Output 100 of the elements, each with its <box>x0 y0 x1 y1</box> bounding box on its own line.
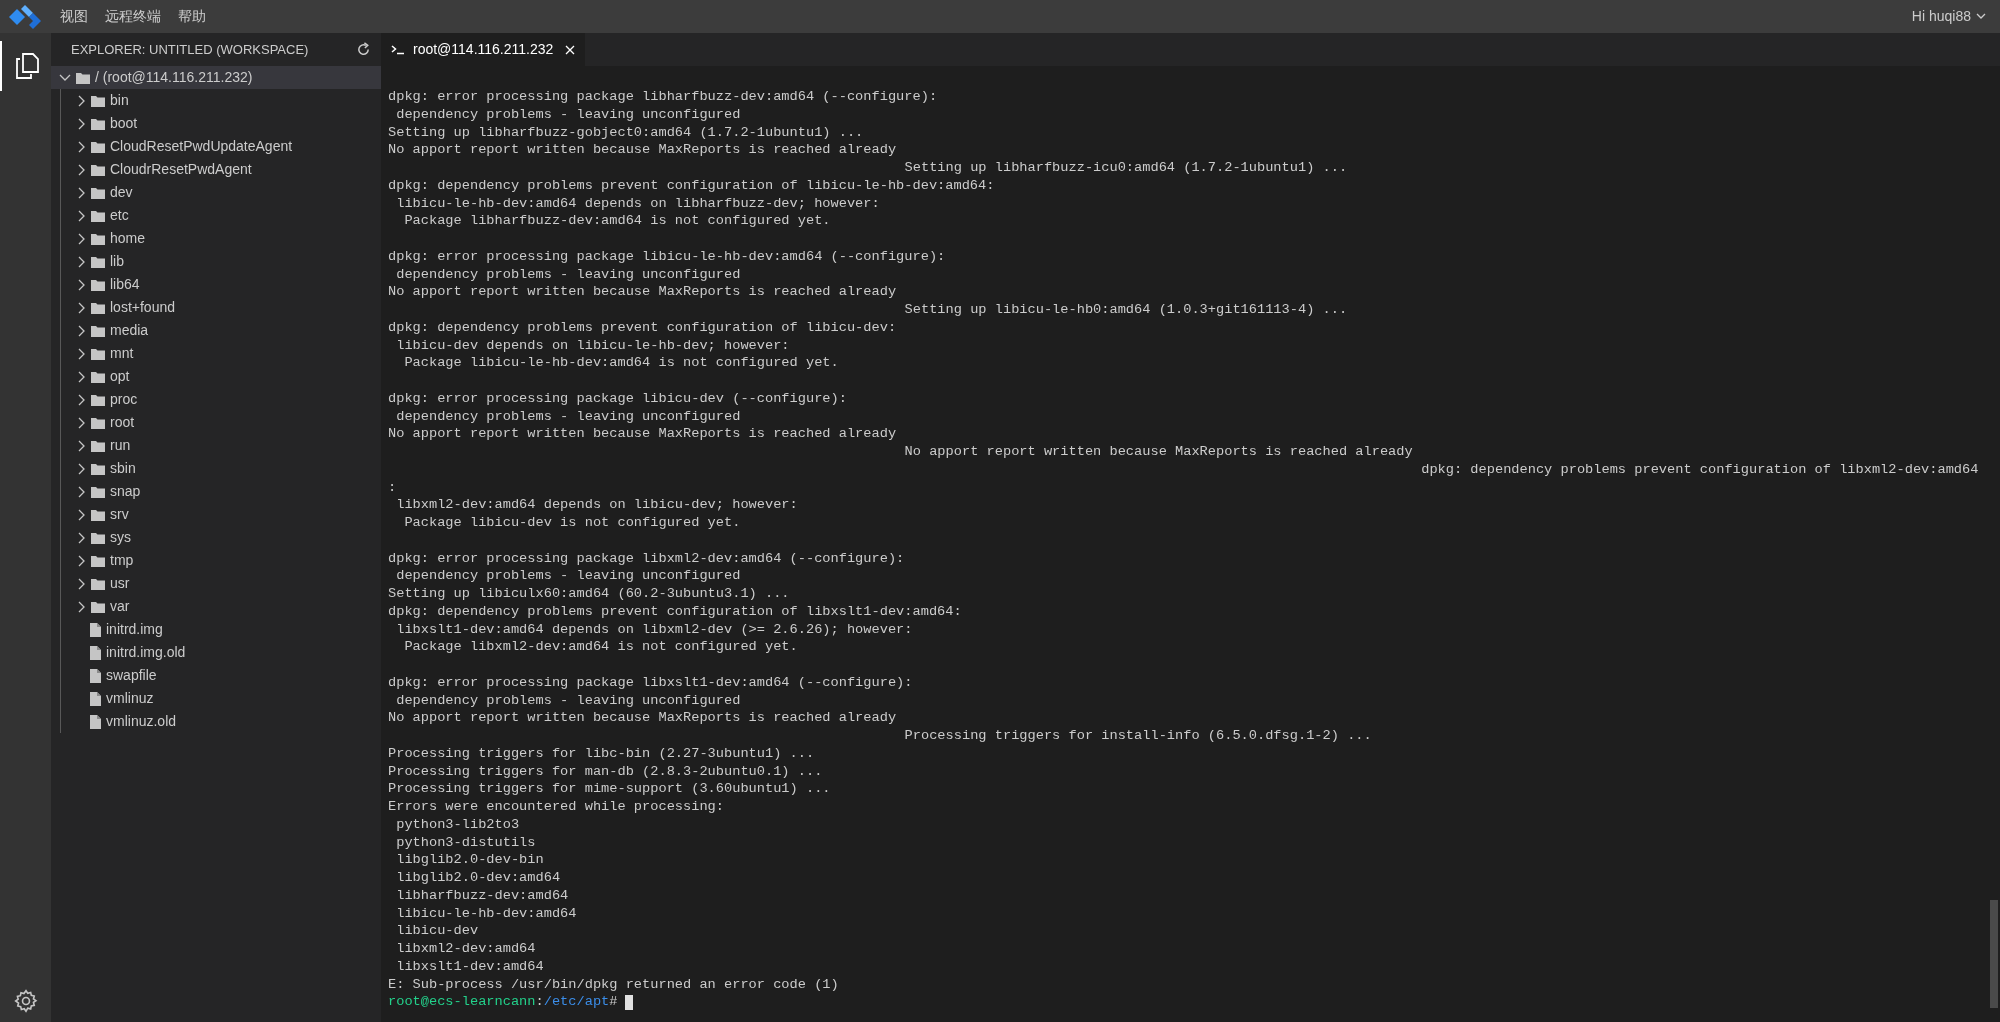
tree-item[interactable]: boot <box>61 112 381 135</box>
chevron-right-icon[interactable] <box>77 140 86 153</box>
chevron-down-icon[interactable] <box>1976 13 1986 20</box>
tree-item[interactable]: lib64 <box>61 273 381 296</box>
shell-prompt: root@ecs-learncann:/etc/apt# <box>388 993 618 1011</box>
tree-item[interactable]: / (root@114.116.211.232) <box>51 66 381 89</box>
folder-icon <box>91 462 105 475</box>
tree-item[interactable]: run <box>61 434 381 457</box>
terminal-line: Package libicu-le-hb-dev:amd64 is not configured yet. <box>403 354 839 372</box>
folder-icon <box>91 508 105 521</box>
tree-item[interactable]: initrd.img.old <box>61 641 381 664</box>
chevron-right-icon[interactable] <box>77 416 86 429</box>
chevron-right-icon[interactable] <box>77 462 86 475</box>
chevron-right-icon[interactable] <box>77 393 86 406</box>
chevron-right-icon[interactable] <box>77 600 86 613</box>
chevron-right-icon[interactable] <box>77 94 86 107</box>
terminal-line: libxml2-dev:amd64 depends on libicu-dev; however: <box>395 496 798 514</box>
tree-item[interactable]: initrd.img <box>61 618 381 641</box>
folder-icon <box>91 347 105 360</box>
terminal-line: E: Sub-process /usr/bin/dpkg returned an error code (1) <box>388 975 839 994</box>
panel-title: EXPLORER: UNTITLED (WORKSPACE) <box>71 40 309 59</box>
file-icon <box>90 691 101 706</box>
terminal-line: libicu-le-hb-dev:amd64 <box>395 904 577 923</box>
terminal-icon <box>391 44 405 55</box>
tree-item[interactable]: home <box>61 227 381 250</box>
tree-item[interactable]: vmlinuz.old <box>61 710 381 733</box>
tree-item[interactable]: var <box>61 595 381 618</box>
scrollbar-thumb[interactable] <box>1990 900 1998 1008</box>
chevron-right-icon[interactable] <box>77 485 86 498</box>
tree-item[interactable]: CloudrResetPwdAgent <box>61 158 381 181</box>
folder-icon <box>91 485 105 498</box>
chevron-right-icon[interactable] <box>77 324 86 337</box>
tree-item[interactable]: etc <box>61 204 381 227</box>
chevron-right-icon[interactable] <box>77 117 86 130</box>
chevron-right-icon[interactable] <box>77 255 86 268</box>
tree-item[interactable]: sys <box>61 526 381 549</box>
tree-item[interactable]: vmlinuz <box>61 687 381 710</box>
menu-item[interactable]: 视图 <box>60 6 88 27</box>
terminal-line: Processing triggers for install-info (6.5.0.dfsg.1-2) ... <box>904 727 1372 745</box>
terminal-tab[interactable]: root@114.116.211.232 <box>381 33 586 66</box>
chevron-right-icon[interactable] <box>77 508 86 521</box>
tree-item[interactable]: mnt <box>61 342 381 365</box>
tree-item[interactable]: srv <box>61 503 381 526</box>
menu-item[interactable]: 远程终端 <box>105 6 161 27</box>
settings-icon[interactable] <box>12 988 39 1014</box>
chevron-right-icon[interactable] <box>77 186 86 199</box>
chevron-right-icon[interactable] <box>77 163 86 176</box>
tree-item[interactable]: tmp <box>61 549 381 572</box>
chevron-right-icon[interactable] <box>77 301 86 314</box>
tree-item[interactable]: root <box>61 411 381 434</box>
close-icon[interactable] <box>565 44 576 55</box>
chevron-right-icon[interactable] <box>77 209 86 222</box>
cursor <box>625 994 634 1010</box>
tree-item[interactable]: dev <box>61 181 381 204</box>
chevron-right-icon[interactable] <box>77 577 86 590</box>
tree-item[interactable]: swapfile <box>61 664 381 687</box>
tree-item[interactable]: bin <box>61 89 381 112</box>
chevron-right-icon[interactable] <box>77 370 86 383</box>
terminal-line: Processing triggers for mime-support (3.60ubuntu1) ... <box>388 780 831 798</box>
tree-item[interactable]: proc <box>61 388 381 411</box>
terminal-line: Setting up libicu-le-hb0:amd64 (1.0.3+git161113-4) ... <box>904 301 1348 319</box>
folder-icon <box>91 186 105 199</box>
tree-item[interactable]: CloudResetPwdUpdateAgent <box>61 135 381 158</box>
terminal-line: libicu-dev <box>395 922 479 940</box>
tree-item[interactable]: opt <box>61 365 381 388</box>
terminal-line: libharfbuzz-dev:amd64 <box>395 886 569 905</box>
tree-item[interactable]: lost+found <box>61 296 381 319</box>
terminal-line: dpkg: error processing package libharfbuzz-dev:amd64 (--configure): <box>388 88 938 106</box>
folder-icon <box>91 278 105 291</box>
terminal-line: libxml2-dev:amd64 <box>395 940 536 958</box>
chevron-right-icon[interactable] <box>77 439 86 452</box>
terminal-line: python3-distutils <box>395 833 536 852</box>
tree-item[interactable]: usr <box>61 572 381 595</box>
chevron-right-icon[interactable] <box>77 278 86 291</box>
folder-icon <box>91 232 105 245</box>
chevron-right-icon[interactable] <box>77 347 86 360</box>
terminal-line: libglib2.0-dev-bin <box>395 851 544 869</box>
tree-item[interactable]: snap <box>61 480 381 503</box>
chevron-right-icon[interactable] <box>77 554 86 567</box>
file-icon <box>90 622 101 637</box>
menu-item[interactable]: 帮助 <box>178 6 206 27</box>
terminal-line: Processing triggers for man-db (2.8.3-2ubuntu0.1) ... <box>388 762 823 781</box>
terminal-line: dpkg: error processing package libxslt1-dev:amd64 (--configure): <box>388 673 913 692</box>
files-icon[interactable] <box>14 53 39 79</box>
file-icon <box>90 645 101 660</box>
tree-item[interactable]: sbin <box>61 457 381 480</box>
chevron-right-icon[interactable] <box>77 232 86 245</box>
folder-icon <box>91 301 105 314</box>
chevron-right-icon[interactable] <box>77 531 86 544</box>
chevron-down-icon[interactable] <box>59 73 71 82</box>
folder-icon <box>76 71 90 84</box>
refresh-icon[interactable] <box>356 42 371 57</box>
terminal-line: No apport report written because MaxReports is reached already <box>904 443 1413 461</box>
terminal-line: Processing triggers for libc-bin (2.27-3ubuntu1) ... <box>388 744 815 763</box>
tree-item[interactable]: media <box>61 319 381 342</box>
terminal-line: dpkg: dependency problems prevent configuration of libxslt1-dev:amd64: <box>388 602 962 621</box>
terminal-line: Package libicu-dev is not configured yet. <box>403 514 741 532</box>
folder-icon <box>91 324 105 337</box>
user-greeting[interactable]: Hi huqi88 <box>1911 6 1971 27</box>
tree-item[interactable]: lib <box>61 250 381 273</box>
